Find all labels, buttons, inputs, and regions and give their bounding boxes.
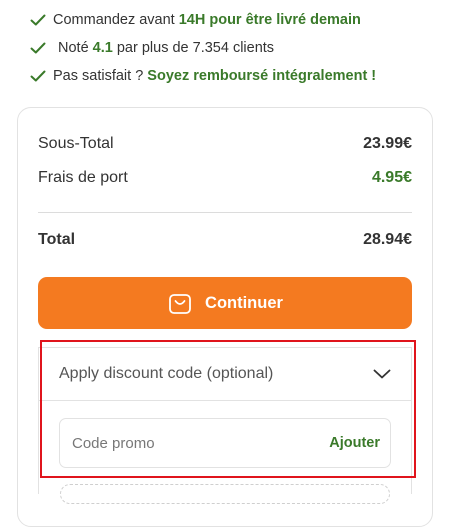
continue-button[interactable]: Continuer	[38, 277, 412, 329]
benefit-highlight: 14H pour être livré demain	[178, 12, 361, 28]
benefit-text: Commandez avant	[53, 12, 179, 28]
benefit-text: Pas satisfait ?	[53, 68, 148, 84]
continue-label: Continuer	[205, 293, 283, 312]
chevron-down-icon	[373, 369, 391, 379]
discount-toggle-label: Apply discount code (optional)	[59, 365, 274, 382]
benefit-text: Noté	[58, 40, 93, 56]
subtotal-row: Sous-Total 23.99€	[38, 135, 412, 153]
discount-toggle[interactable]: Apply discount code (optional)	[39, 348, 411, 401]
promo-code-input[interactable]	[70, 433, 290, 453]
subtotal-value: 23.99€	[363, 135, 412, 152]
benefit-suffix: par plus de 7.354 clients	[112, 40, 275, 56]
shipping-label: Frais de port	[38, 169, 128, 186]
order-summary-card: Sous-Total 23.99€ Frais de port 4.95€ To…	[17, 107, 433, 527]
shipping-value: 4.95€	[371, 169, 412, 186]
total-label: Total	[38, 231, 76, 248]
discount-section: Apply discount code (optional) Ajouter	[38, 347, 412, 494]
benefit-refund: Pas satisfait ? Soyez remboursé intégral…	[30, 62, 450, 90]
benefit-rating: Noté 4.1 par plus de 7.354 clients	[30, 34, 450, 62]
promo-code-box: Ajouter	[59, 418, 391, 468]
shopping-bag-icon	[169, 294, 191, 314]
check-icon	[30, 42, 46, 54]
benefit-delivery: Commandez avant 14H pour être livré dema…	[30, 6, 450, 34]
benefit-highlight: Soyez remboursé intégralement !	[147, 68, 377, 84]
summary-divider	[38, 212, 412, 213]
add-promo-button[interactable]: Ajouter	[329, 435, 380, 451]
next-section-edge	[60, 484, 390, 504]
total-value: 28.94€	[363, 231, 412, 248]
shipping-row: Frais de port 4.95€	[38, 169, 412, 187]
rating-value: 4.1	[92, 40, 113, 56]
total-row: Total 28.94€	[38, 231, 412, 249]
check-icon	[30, 14, 46, 26]
subtotal-label: Sous-Total	[38, 135, 114, 152]
check-icon	[30, 70, 46, 82]
benefits-list: Commandez avant 14H pour être livré dema…	[30, 6, 450, 90]
